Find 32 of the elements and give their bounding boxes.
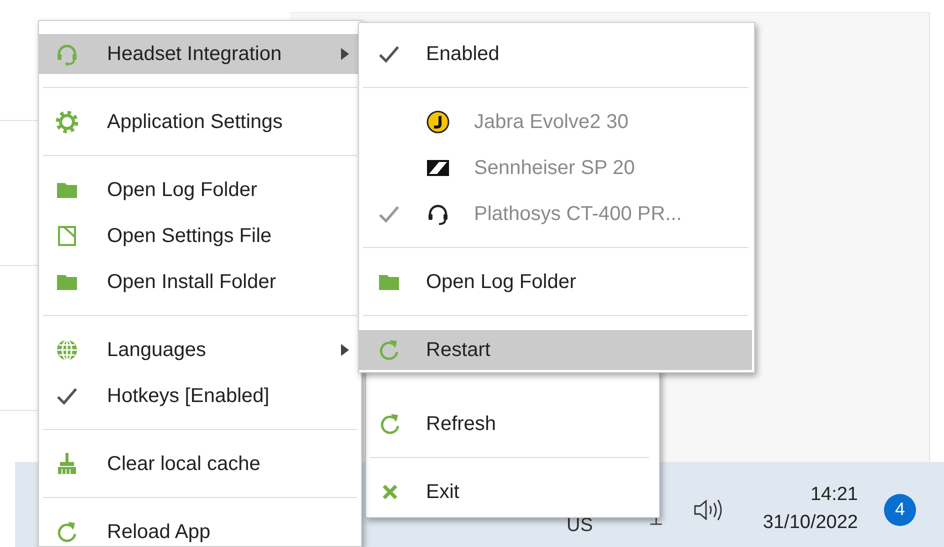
notification-badge[interactable]: 4 (884, 494, 916, 526)
menu-item[interactable]: Headset Integration (39, 34, 361, 74)
speaker-icon[interactable] (692, 498, 723, 522)
clock[interactable]: 14:21 31/10/2022 (762, 482, 858, 534)
menu-item[interactable]: Open Settings File (39, 216, 361, 256)
broom-icon (55, 452, 79, 476)
menu-item[interactable]: Open Log Folder (39, 170, 361, 210)
menu-item[interactable]: Restart (359, 330, 752, 370)
caret-icon (341, 344, 349, 356)
menu-item[interactable]: Open Install Folder (39, 262, 361, 302)
device-logo-icon (426, 110, 450, 134)
menu-item[interactable]: Hotkeys [Enabled] (39, 376, 361, 416)
file-icon (55, 224, 79, 248)
refresh-icon (377, 338, 401, 362)
menu-item[interactable]: Languages (39, 330, 361, 370)
menu-item[interactable]: Reload App (39, 512, 361, 547)
menu-item[interactable]: Refresh (366, 404, 653, 444)
headset-icon (426, 202, 450, 226)
refresh-icon (378, 412, 402, 436)
menu-item[interactable]: Clear local cache (39, 444, 361, 484)
menu-item[interactable]: Enabled (359, 34, 752, 74)
time-text: 14:21 (810, 482, 858, 506)
refresh-icon (55, 520, 79, 544)
headset-icon (55, 42, 79, 66)
globe-icon (55, 338, 79, 362)
gear-icon (55, 110, 79, 134)
menu-item[interactable]: Application Settings (39, 102, 361, 142)
menu-item[interactable]: Exit (366, 472, 653, 512)
language-indicator[interactable]: US (566, 515, 593, 537)
caret-icon (341, 48, 349, 60)
menu-item[interactable]: Open Log Folder (359, 262, 752, 302)
date-text: 31/10/2022 (762, 510, 858, 534)
